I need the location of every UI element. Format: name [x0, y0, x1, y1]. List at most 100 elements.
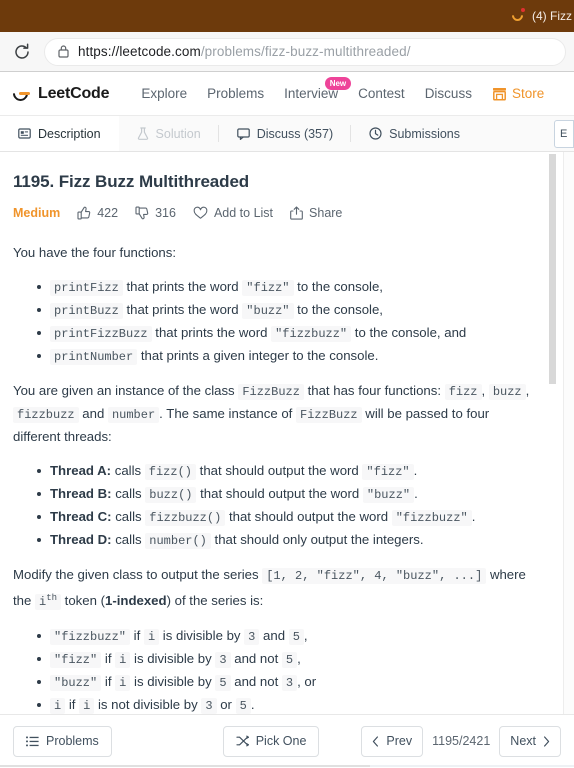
problem-description: You have the four functions: printFizz t…: [13, 242, 540, 714]
leetcode-favicon: [510, 8, 526, 24]
instance-fn-fizzbuzz: fizzbuzz: [13, 407, 79, 423]
reload-button[interactable]: [0, 32, 44, 72]
rule-t1: if: [101, 651, 116, 666]
tab-solution[interactable]: Solution: [119, 116, 219, 151]
intro-paragraph: You have the four functions:: [13, 245, 177, 260]
browser-urlbar: https://leetcode.com/problems/fizz-buzz-…: [0, 32, 574, 72]
description-panel: 1195. Fizz Buzz Multithreaded Medium 422: [0, 152, 574, 714]
thread-calls: calls: [111, 486, 146, 501]
nav-link-interview[interactable]: Interview New: [274, 77, 352, 101]
scrollbar-thumb[interactable]: [549, 154, 556, 384]
rule-t4: ,: [297, 651, 301, 666]
rule-t2: is divisible by: [130, 674, 216, 689]
instance-t3: and: [78, 406, 108, 421]
thread-fn: fizzbuzz(): [145, 510, 226, 526]
instance-t1: You are given an instance of the class: [13, 383, 239, 398]
thread-tail: .: [471, 509, 476, 524]
bottom-toolbar: Problems Pick One Prev 1195/2421 Next: [0, 714, 574, 767]
rule-token: "fizzbuzz": [50, 629, 131, 645]
problem-pager: Prev 1195/2421 Next: [361, 725, 561, 757]
leetcode-navbar: LeetCode Explore Problems Interview New …: [0, 72, 574, 116]
instance-fn-fizz: fizz: [444, 384, 482, 400]
next-button[interactable]: Next: [499, 725, 561, 757]
store-icon: [492, 87, 507, 101]
tab-discuss[interactable]: Discuss (357): [219, 116, 352, 151]
thread-tail: .: [413, 463, 418, 478]
rule-i: i: [115, 675, 131, 691]
share-icon: [290, 206, 303, 220]
nav-link-problems[interactable]: Problems: [197, 86, 274, 101]
problems-button-label: Problems: [46, 734, 99, 748]
address-bar[interactable]: https://leetcode.com/problems/fizz-buzz-…: [44, 37, 566, 66]
prev-button-label: Prev: [386, 734, 413, 748]
rule-i: i: [79, 698, 95, 714]
chevron-left-icon: [372, 735, 379, 747]
bottom-underline: [0, 765, 574, 767]
instance-class: FizzBuzz: [238, 384, 304, 400]
rule-t1: if: [101, 674, 116, 689]
thread-tail: .: [414, 486, 418, 501]
problems-button[interactable]: Problems: [13, 725, 112, 757]
thread-arg: "buzz": [362, 487, 415, 503]
instance-fn-buzz: buzz: [488, 384, 526, 400]
fn-code: printFizz: [50, 280, 123, 296]
dislike-button[interactable]: 316: [135, 206, 176, 220]
leetcode-logo[interactable]: LeetCode: [9, 82, 110, 104]
nav-link-store[interactable]: Store: [482, 86, 554, 101]
rule-n1: 5: [215, 675, 231, 691]
rule-t2: is divisible by: [130, 651, 216, 666]
rule-n2: 5: [235, 698, 251, 714]
rule-t4: , or: [297, 674, 317, 689]
fn-arg: "buzz": [242, 303, 294, 319]
flask-icon: [137, 127, 149, 140]
pick-one-button[interactable]: Pick One: [222, 725, 320, 757]
modify-paragraph: Modify the given class to output the ser…: [13, 564, 540, 613]
index-var: ith: [35, 593, 62, 610]
nav-link-explore[interactable]: Explore: [131, 86, 197, 101]
thread-mid: that should output the word: [225, 509, 392, 524]
rule-t3: or: [216, 697, 236, 712]
thread-calls: calls: [111, 509, 146, 524]
list-item: printBuzz that prints the word "buzz" to…: [37, 299, 540, 322]
thread-arg: "fizz": [362, 464, 414, 480]
rule-t2: is not divisible by: [94, 697, 202, 712]
tab-description[interactable]: Description: [0, 116, 119, 151]
rule-n1: 3: [244, 629, 260, 645]
url-path: /problems/fizz-buzz-multithreaded/: [200, 44, 411, 59]
like-button[interactable]: 422: [77, 206, 118, 220]
thread-mid: that should output the word: [196, 486, 363, 501]
thread-calls: calls: [111, 532, 146, 547]
tab-submissions[interactable]: Submissions: [351, 116, 478, 151]
nav-link-discuss[interactable]: Discuss: [415, 86, 482, 101]
rule-t1: if: [130, 628, 144, 643]
share-button[interactable]: Share: [290, 206, 342, 220]
tab-overflow-clipped[interactable]: E: [554, 120, 574, 148]
browser-tab[interactable]: (4) Fizz: [510, 8, 572, 24]
functions-list: printFizz that prints the word "fizz" to…: [13, 276, 540, 368]
add-to-list-button[interactable]: Add to List: [193, 206, 273, 220]
fn-mid: that prints the word: [151, 325, 272, 340]
rule-token: "fizz": [50, 652, 102, 668]
tab-submissions-label: Submissions: [389, 126, 461, 141]
nav-link-contest[interactable]: Contest: [348, 86, 415, 101]
next-button-label: Next: [510, 734, 536, 748]
thread-mid: that should only output the integers.: [210, 532, 424, 547]
list-item: "buzz" if i is divisible by 5 and not 3,…: [37, 671, 540, 694]
rules-list: "fizzbuzz" if i is divisible by 3 and 5,…: [13, 625, 540, 714]
modify-t3: token (: [61, 593, 105, 608]
instance-fn-number: number: [107, 407, 160, 423]
rule-t3: and: [259, 628, 289, 643]
content-scrollbar[interactable]: [549, 152, 556, 714]
thread-fn: number(): [145, 533, 211, 549]
instance-t4: . The same instance of: [159, 406, 297, 421]
prev-button[interactable]: Prev: [361, 725, 424, 757]
fn-tail: to the console,: [293, 302, 383, 317]
browser-tab-title: (4) Fizz: [532, 9, 572, 23]
description-icon: [18, 127, 31, 140]
rule-i: i: [143, 629, 160, 645]
fn-code: printNumber: [50, 349, 138, 365]
series-code: [1, 2, "fizz", 4, "buzz", ...]: [262, 568, 487, 584]
description-content: 1195. Fizz Buzz Multithreaded Medium 422: [0, 152, 574, 714]
chevron-right-icon: [543, 735, 550, 747]
one-indexed-bold: 1-indexed: [105, 593, 167, 608]
